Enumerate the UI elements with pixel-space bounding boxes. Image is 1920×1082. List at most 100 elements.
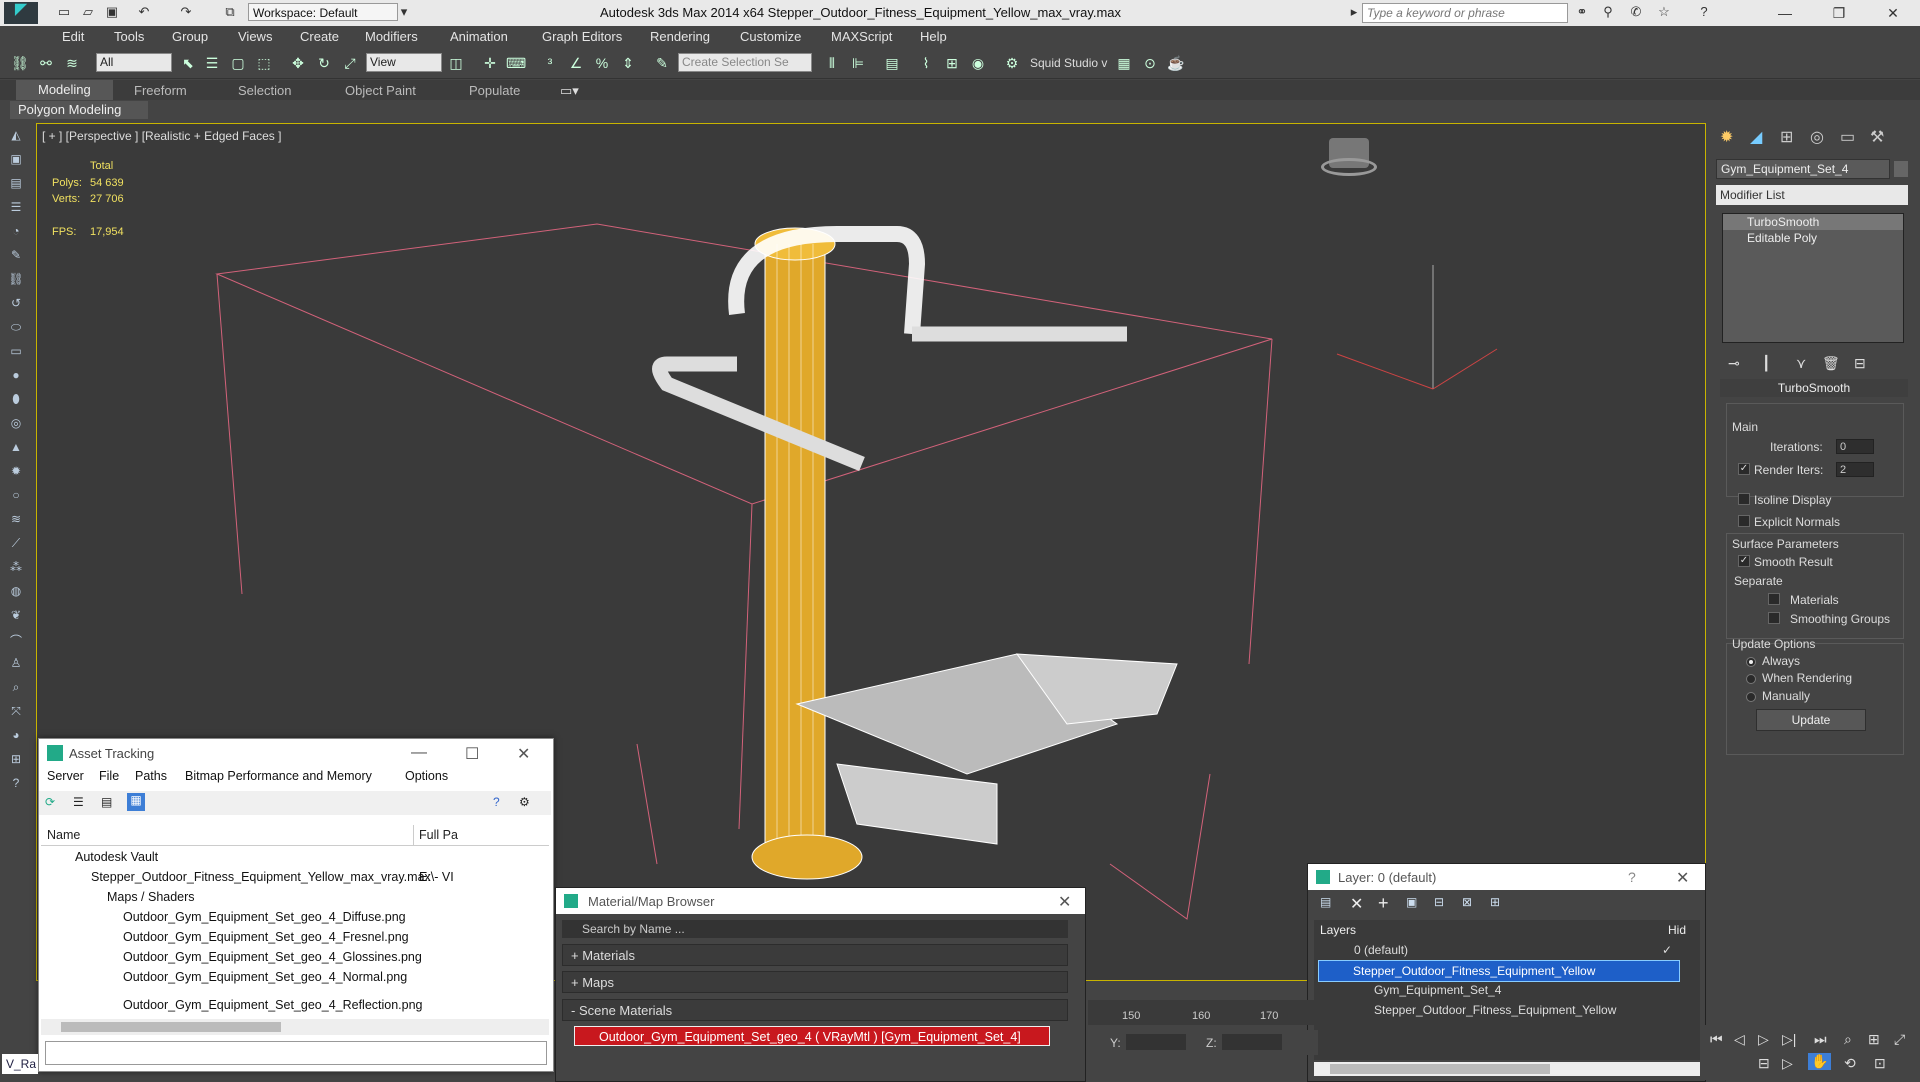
favorites-icon[interactable]: ☆	[1656, 4, 1672, 20]
asset-row[interactable]: Stepper_Outdoor_Fitness_Equipment_Yellow…	[41, 867, 601, 887]
loop-icon[interactable]: ↺	[6, 296, 26, 314]
maxscript-listener-tag[interactable]: V_Ra	[2, 1054, 38, 1074]
camera-icon[interactable]: ◔	[6, 224, 26, 242]
asset-menu-bitmap-performance[interactable]: Bitmap Performance and Memory	[185, 769, 372, 783]
play-icon[interactable]: ▷	[1758, 1031, 1769, 1048]
menu-rendering[interactable]: Rendering	[650, 29, 710, 44]
search-expand-icon[interactable]: ▸	[1346, 4, 1362, 20]
workspace-dropdown[interactable]: Workspace: Default	[248, 3, 398, 21]
polygon-modeling-panel[interactable]: Polygon Modeling	[10, 101, 148, 119]
object-name-field[interactable]: Gym_Equipment_Set_4	[1716, 159, 1890, 179]
thumbnail-icon[interactable]: ▤	[101, 795, 112, 809]
pawn-icon[interactable]: ♙	[6, 656, 26, 674]
delete-layer-icon[interactable]: ✕	[1350, 894, 1363, 914]
align-icon[interactable]: ⊫	[848, 53, 868, 73]
ribbon-options-icon[interactable]: ▭▾	[560, 83, 579, 99]
zoom-extents-icon[interactable]: ⊞	[1868, 1031, 1880, 1048]
box-icon[interactable]: ▭	[6, 344, 26, 362]
timeline-ruler[interactable]: 150 160 170	[1088, 1000, 1318, 1025]
menu-group[interactable]: Group	[172, 29, 208, 44]
asset-row[interactable]: Outdoor_Gym_Equipment_Set_geo_4_Fresnel.…	[41, 927, 633, 947]
go-to-end-icon[interactable]: ⏭	[1814, 1031, 1827, 1048]
material-search-input[interactable]: Search by Name ...	[562, 920, 1068, 938]
named-selection-dropdown[interactable]: Create Selection Se	[678, 53, 812, 72]
utilities-tab-icon[interactable]: ⚒	[1870, 127, 1884, 147]
rotate-icon[interactable]: ↻	[314, 53, 334, 73]
hide-column-header[interactable]: Hid	[1668, 923, 1686, 937]
column-path-header[interactable]: Full Pa	[419, 828, 458, 842]
modify-tab-icon[interactable]: ◢	[1750, 127, 1762, 147]
asset-row[interactable]: Outdoor_Gym_Equipment_Set_geo_4_Glossine…	[41, 947, 633, 967]
snaps-toggle-icon[interactable]: ³	[540, 53, 560, 73]
always-radio[interactable]	[1746, 657, 1756, 667]
time-config-icon[interactable]: ⊟	[1758, 1055, 1770, 1072]
zoom-icon[interactable]: ⌕	[1844, 1031, 1852, 1048]
remove-modifier-icon[interactable]: 🗑	[1822, 355, 1840, 372]
asset-row[interactable]: Outdoor_Gym_Equipment_Set_geo_4_Normal.p…	[41, 967, 633, 987]
project-folder-icon[interactable]: ⧉	[222, 4, 238, 20]
palette-icon[interactable]: ◕	[6, 728, 26, 746]
table-view-icon[interactable]: ▦	[127, 793, 145, 811]
hide-all-icon[interactable]: ⊠	[1462, 895, 1472, 909]
asset-row[interactable]: Maps / Shaders	[41, 887, 617, 907]
scene-materials-section[interactable]: - Scene Materials	[562, 999, 1068, 1021]
layer-row-default[interactable]: 0 (default) ✓	[1324, 940, 1704, 960]
layer-row-stepper[interactable]: Stepper_Outdoor_Fitness_Equipment_Yellow	[1318, 960, 1680, 982]
unlink-icon[interactable]: ⚯	[36, 53, 56, 73]
column-name-header[interactable]: Name	[47, 828, 80, 842]
layers-icon[interactable]: ▤	[6, 176, 26, 194]
help-icon[interactable]: ?	[1696, 4, 1712, 20]
scene-material-item[interactable]: Outdoor_Gym_Equipment_Set_geo_4 ( VRayMt…	[574, 1026, 1050, 1046]
grid-icon[interactable]: ⊞	[6, 752, 26, 770]
menu-views[interactable]: Views	[238, 29, 272, 44]
when-rendering-radio[interactable]	[1746, 674, 1756, 684]
move-icon[interactable]: ✥	[288, 53, 308, 73]
display-tab-icon[interactable]: ▭	[1840, 127, 1855, 147]
separate-materials-checkbox[interactable]	[1768, 593, 1780, 605]
menu-tools[interactable]: Tools	[114, 29, 144, 44]
menu-help[interactable]: Help	[920, 29, 947, 44]
spacewarp-icon[interactable]: ≋	[6, 512, 26, 530]
refresh-icon[interactable]: ⟳	[45, 795, 55, 809]
select-by-name-icon[interactable]: ☰	[202, 53, 222, 73]
select-in-layer-icon[interactable]: ▣	[1406, 895, 1417, 909]
next-frame-icon[interactable]: ▷|	[1782, 1031, 1796, 1048]
question-icon[interactable]: ?	[6, 776, 26, 794]
pivot-center-icon[interactable]: ◫	[446, 53, 466, 73]
iterations-spinner[interactable]: 0	[1836, 439, 1874, 454]
object-color-swatch[interactable]	[1894, 161, 1908, 177]
viewcube[interactable]	[1321, 134, 1377, 178]
render-iters-checkbox[interactable]: ✓	[1738, 463, 1750, 475]
layer-help-icon[interactable]: ?	[1628, 869, 1636, 885]
render-iters-spinner[interactable]: 2	[1836, 462, 1874, 477]
bone-icon[interactable]: ⟋	[6, 536, 26, 554]
object-row-gym-set[interactable]: Gym_Equipment_Set_4	[1324, 980, 1724, 1000]
selection-filter-dropdown[interactable]: All	[96, 53, 172, 72]
object-row-stepper[interactable]: Stepper_Outdoor_Fitness_Equipment_Yellow	[1324, 1000, 1724, 1020]
subscription-icon[interactable]: ⚲	[1600, 4, 1616, 20]
rectangle-selection-icon[interactable]: ▢	[228, 53, 248, 73]
go-to-start-icon[interactable]: ⏮	[1710, 1031, 1723, 1048]
squid-studio-label[interactable]: Squid Studio v	[1030, 56, 1107, 70]
rendered-frame-icon[interactable]: ▦	[1114, 53, 1134, 73]
edit-icon[interactable]: ✎	[6, 248, 26, 266]
orbit-icon[interactable]: ⟲	[1844, 1055, 1856, 1072]
render-setup-icon[interactable]: ⚙	[1002, 53, 1022, 73]
restore-button[interactable]: ❐	[1824, 3, 1854, 23]
list-icon[interactable]: ☰	[6, 200, 26, 218]
isoline-display-checkbox[interactable]	[1738, 493, 1750, 505]
window-crossing-icon[interactable]: ⬚	[254, 53, 274, 73]
brush-icon[interactable]: ⌒	[6, 632, 26, 650]
field-of-view-icon[interactable]: ▷	[1782, 1055, 1793, 1072]
mirror-icon[interactable]: ⫴	[822, 53, 842, 73]
material-editor-icon[interactable]: ◉	[968, 53, 988, 73]
horizontal-scrollbar[interactable]	[41, 1019, 549, 1035]
communication-icon[interactable]: ✆	[1628, 4, 1644, 20]
layer-close-button[interactable]: ✕	[1676, 868, 1689, 888]
asset-menu-options[interactable]: Options	[405, 769, 448, 783]
highlight-layer-icon[interactable]: ⊟	[1434, 895, 1444, 909]
smooth-result-checkbox[interactable]: ✓	[1738, 555, 1750, 567]
tab-populate[interactable]: Populate	[469, 83, 520, 98]
search-icon[interactable]: ⌕	[6, 680, 26, 698]
percent-snap-icon[interactable]: %	[592, 53, 612, 73]
